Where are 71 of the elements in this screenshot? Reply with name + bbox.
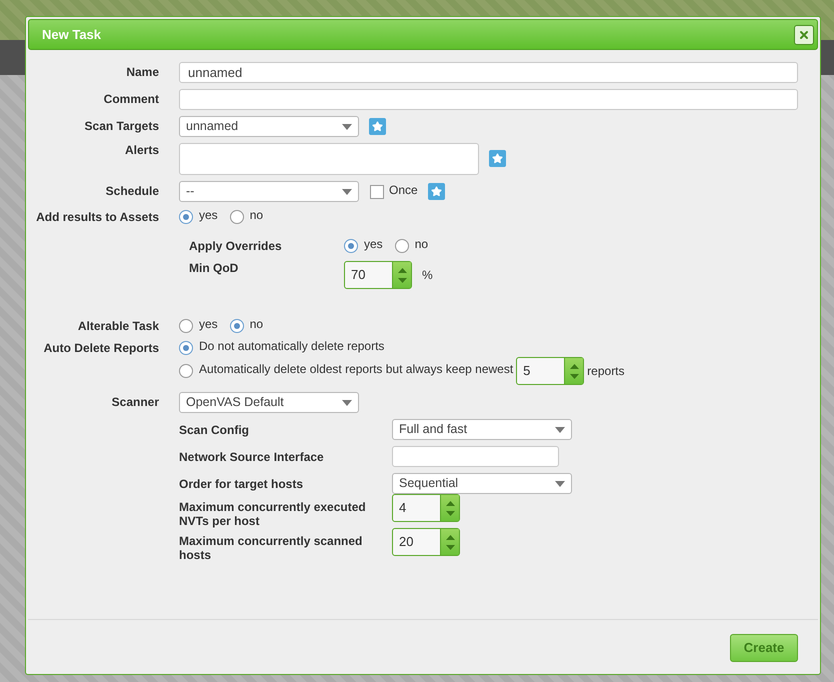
field-label: Alerts (124, 143, 159, 158)
dropdown[interactable]: OpenVAS Default (179, 392, 359, 413)
input-field[interactable] (392, 446, 559, 467)
close-icon (798, 28, 810, 40)
field-label: Min QoD (189, 261, 240, 275)
up-arrow-icon (398, 268, 406, 272)
field-label: Comment (102, 92, 159, 107)
star-icon (430, 186, 442, 197)
new-item-button[interactable] (369, 118, 386, 135)
caret-icon (342, 188, 352, 194)
radio-button[interactable] (230, 210, 244, 224)
unit-label: reports (587, 363, 625, 380)
dropdown[interactable]: -- (179, 181, 359, 202)
field-label: Auto Delete Reports (42, 341, 159, 356)
radio-label: no (250, 207, 264, 224)
field-label: Scan Config (179, 422, 250, 436)
radio-button[interactable] (179, 341, 193, 355)
radio-label: no (414, 236, 428, 253)
star-icon (492, 153, 503, 164)
radio-label: Do not automatically delete reports (199, 338, 384, 355)
down-arrow-icon (398, 278, 406, 282)
radio-button[interactable] (179, 210, 193, 224)
field-label: Name (125, 65, 159, 80)
radio-label: no (250, 316, 264, 333)
input-field[interactable] (179, 89, 798, 110)
number-spinner[interactable]: 70 (344, 261, 412, 289)
caret-icon (342, 124, 352, 130)
star-icon (372, 121, 383, 132)
radio-button[interactable] (179, 319, 193, 333)
number-spinner[interactable]: 20 (392, 528, 460, 556)
radio-label: Automatically delete oldest reports but always keep newest (199, 361, 514, 378)
radio-button[interactable] (230, 319, 244, 333)
checkbox-label: Once (389, 182, 418, 199)
up-arrow-icon (446, 534, 454, 540)
field-label: Maximum concurrently executed NVTs per host (179, 500, 367, 528)
down-arrow-icon (446, 544, 454, 550)
radio-button[interactable] (179, 364, 193, 378)
dialog-title: New Task (42, 26, 102, 44)
close-button[interactable] (794, 24, 814, 44)
number-spinner[interactable]: 4 (392, 494, 460, 522)
field-label: Add results to Assets (35, 210, 159, 225)
field-label: Order for target hosts (179, 476, 304, 490)
checkbox[interactable] (370, 184, 384, 198)
radio-button[interactable] (394, 239, 409, 253)
up-arrow-icon (446, 500, 454, 506)
radio-label: yes (364, 236, 383, 253)
caret-icon (555, 426, 565, 432)
unit-label: % (422, 267, 433, 284)
caret-icon (555, 480, 565, 486)
field-label: Scanner (110, 395, 159, 410)
new-item-button[interactable] (428, 183, 445, 200)
down-arrow-icon (446, 510, 454, 516)
field-label: Network Source Interface (179, 450, 325, 464)
dropdown[interactable]: Sequential (392, 473, 572, 494)
up-arrow-icon (570, 364, 579, 368)
radio-label: yes (199, 207, 218, 224)
dropdown[interactable]: Full and fast (392, 419, 572, 440)
radio-label: yes (199, 316, 218, 333)
alerts-field[interactable] (179, 143, 479, 175)
field-label: Schedule (104, 184, 159, 199)
caret-icon (342, 400, 352, 406)
new-item-button[interactable] (489, 150, 506, 167)
field-label: Alterable Task (76, 319, 159, 334)
field-label: Maximum concurrently scanned hosts (179, 534, 364, 562)
input-field[interactable]: unnamed (179, 62, 798, 83)
down-arrow-icon (570, 374, 579, 378)
field-label: Scan Targets (84, 119, 159, 134)
number-spinner[interactable]: 5 (516, 357, 584, 385)
radio-button[interactable] (344, 239, 358, 253)
field-label: Apply Overrides (189, 239, 283, 253)
dropdown[interactable]: unnamed (179, 116, 359, 137)
